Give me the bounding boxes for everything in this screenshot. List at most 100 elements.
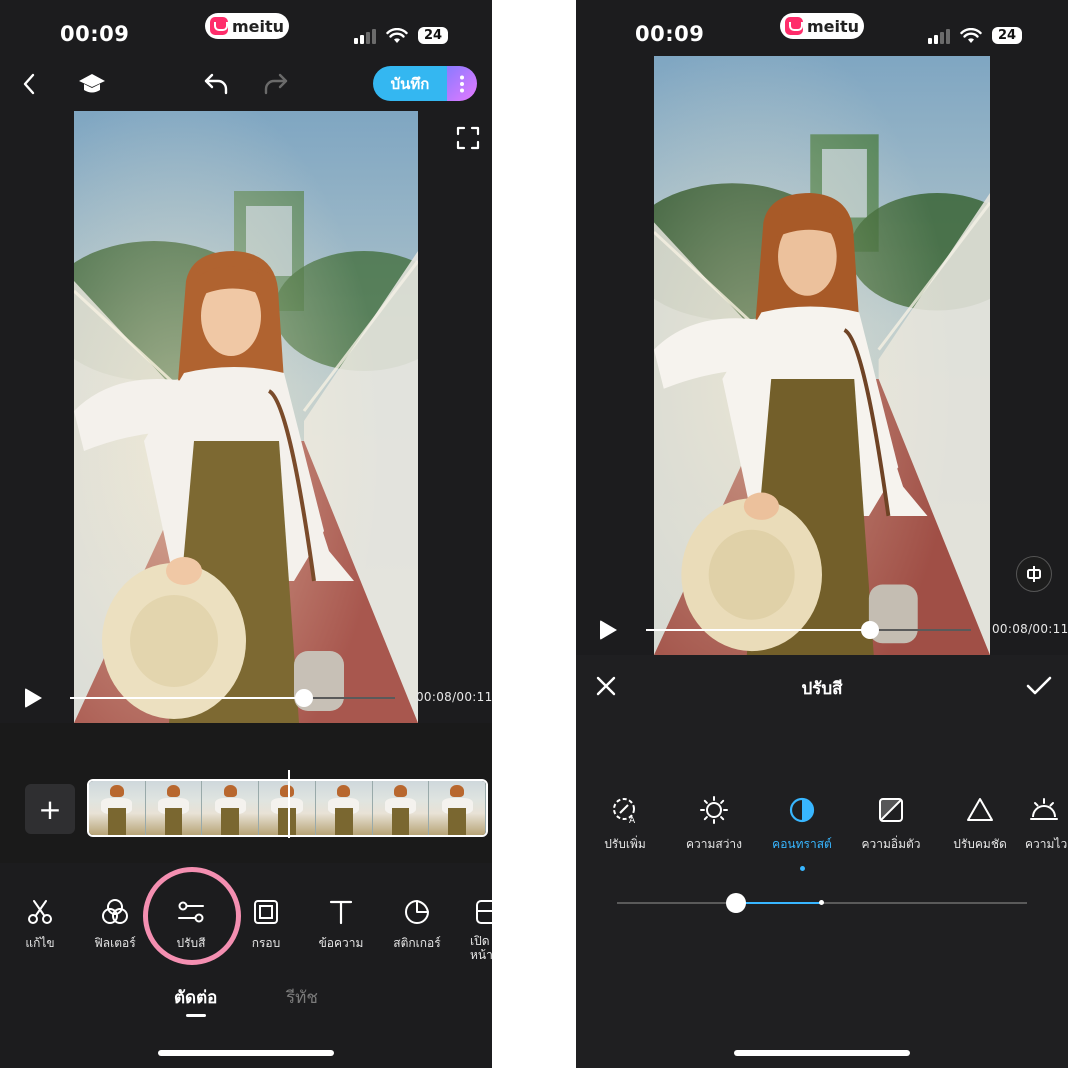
sticker-icon [403,898,431,926]
adjust-contrast[interactable]: คอนทราสต์ [757,795,847,854]
redo-button[interactable] [262,70,290,98]
undo-button[interactable] [202,70,230,98]
tool-label: ข้อความ [318,936,364,950]
playback-scrubber[interactable] [70,697,395,699]
graduation-cap-icon [79,74,105,93]
clip-frame [89,781,146,835]
back-button[interactable] [18,72,40,96]
contrast-slider-fill [735,902,821,904]
adjust-auto-enhance[interactable]: A ปรับเพิ่ม [580,795,670,854]
adjust-label: ความอิ่มตัว [861,837,921,851]
save-button[interactable]: บันทึก [373,66,447,101]
filter-icon [101,898,129,926]
saturation-icon [876,795,906,825]
add-clip-button[interactable]: + [25,784,75,834]
brightness-sun-icon [699,795,729,825]
adjust-brightness[interactable]: ความสว่าง [669,795,759,854]
adjust-label: ความสว่าง [685,837,743,851]
text-icon [327,898,355,926]
play-button[interactable] [600,620,617,640]
tool-frame[interactable]: กรอบ [231,898,301,953]
adjust-sharpen[interactable]: ปรับคมชัด [935,795,1025,854]
meitu-badge: meitu [205,13,289,39]
redo-icon [264,73,288,95]
home-indicator [734,1050,910,1056]
clip-frame [429,781,486,835]
highlight-circle [143,867,241,965]
status-time: 00:09 [60,22,130,46]
meitu-badge: meitu [780,13,864,39]
brand-label: meitu [806,16,860,36]
tool-label: เปิด หน้า [470,934,492,962]
adjust-label: ปรับเพิ่ม [604,837,646,851]
tab-retouch[interactable]: รีทัช [286,984,318,1011]
tool-cover[interactable]: เปิด หน้า [452,898,492,962]
tool-label: ฟิลเตอร์ [94,936,136,950]
brand-label: meitu [231,16,285,36]
status-icons: 24 [928,27,1023,44]
tool-sticker[interactable]: สติกเกอร์ [382,898,452,953]
frame-icon [252,898,280,926]
clip-frame [372,781,430,835]
confirm-button[interactable] [1025,674,1053,698]
adjust-color-panel [576,655,1068,1068]
plus-icon: + [38,792,62,826]
compare-icon [1027,566,1041,582]
scrubber-fill [646,629,871,631]
save-button-group: บันทึก [373,66,477,101]
wifi-icon [386,27,408,43]
tutorial-button[interactable] [78,70,106,98]
meitu-logo-icon [209,17,228,35]
signal-icon [354,28,376,44]
fullscreen-icon [456,126,480,150]
preview-image [654,56,990,655]
panel-title: ปรับสี [801,679,843,699]
clip-frame [145,781,203,835]
status-time: 00:09 [635,22,705,46]
slider-default-mark [819,900,824,905]
playback-scrubber[interactable] [646,629,971,631]
video-preview[interactable] [654,56,990,655]
scrubber-knob[interactable] [295,689,313,707]
play-button[interactable] [25,688,42,708]
active-tab-indicator [186,1014,206,1017]
contrast-icon [787,795,817,825]
adjust-saturation[interactable]: ความอิ่มตัว [846,795,936,854]
adjust-label: คอนทราสต์ [772,837,832,851]
home-indicator [158,1050,334,1056]
tab-edit[interactable]: ตัดต่อ [174,984,217,1011]
tool-label: สติกเกอร์ [393,936,441,950]
svg-text:A: A [629,816,636,824]
chevron-left-icon [23,73,35,95]
more-vertical-icon [460,75,464,92]
adjust-label: ปรับคมชัด [953,837,1007,851]
battery-indicator: 24 [418,27,449,44]
sensitivity-icon [1029,795,1059,825]
sharpen-triangle-icon [965,795,995,825]
tool-label: กรอบ [251,936,281,950]
battery-indicator: 24 [992,27,1023,44]
adjust-label: ความไว [1025,837,1068,851]
signal-icon [928,28,950,44]
scrubber-fill [70,697,304,699]
meitu-logo-icon [784,17,803,35]
playback-time: 00:08/00:11 [992,622,1068,636]
fullscreen-button[interactable] [455,125,481,151]
undo-icon [204,73,228,95]
video-preview[interactable] [74,111,418,723]
adjust-sensitivity[interactable]: ความไว [1019,795,1068,854]
wifi-icon [960,27,982,43]
timeline-playhead[interactable] [288,770,290,838]
active-adjust-indicator [800,866,805,871]
clip-frame [315,781,373,835]
more-options-button[interactable] [447,66,477,101]
adjust-color-screen: 00:09 meitu 24 00:08/00:11 ปรับสี A ปรับ… [576,0,1068,1068]
tool-text[interactable]: ข้อความ [306,898,376,953]
clip-frame [202,781,260,835]
playback-time: 00:08/00:11 [416,690,492,704]
compare-button[interactable] [1016,556,1052,592]
contrast-slider-knob[interactable] [725,893,746,913]
cover-icon [474,898,492,926]
tool-filter[interactable]: ฟิลเตอร์ [80,898,150,953]
tool-edit[interactable]: แก้ไข [5,898,75,953]
